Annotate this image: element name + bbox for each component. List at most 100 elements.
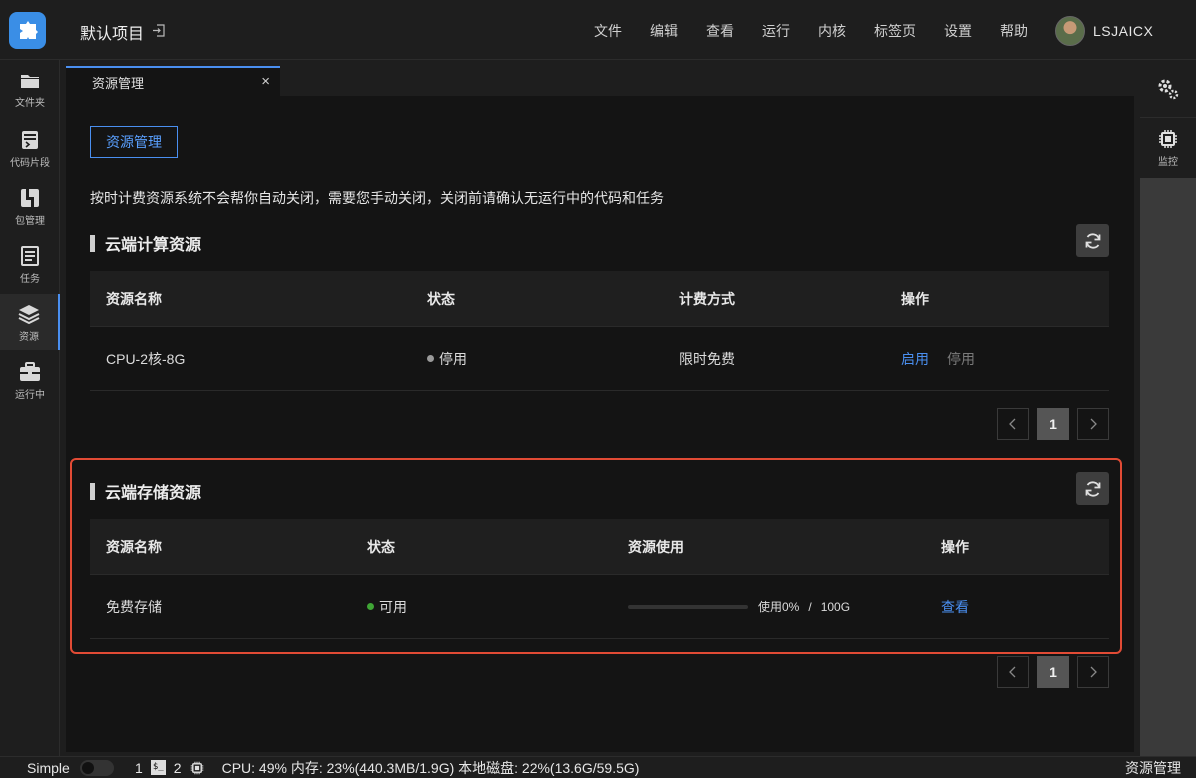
menu-edit[interactable]: 编辑 bbox=[650, 21, 678, 41]
page-number-button[interactable]: 1 bbox=[1037, 408, 1069, 440]
prev-page-button[interactable] bbox=[997, 656, 1029, 688]
next-page-button[interactable] bbox=[1077, 408, 1109, 440]
compute-pagination: 1 bbox=[997, 408, 1109, 440]
compute-refresh-button[interactable] bbox=[1076, 224, 1109, 257]
snippet-icon bbox=[22, 131, 38, 149]
capacity-text: 100G bbox=[820, 599, 851, 614]
terminal-count: 2 bbox=[173, 759, 182, 776]
sidebar-item-label: 运行中 bbox=[15, 390, 45, 401]
compute-title-label: 云端计算资源 bbox=[105, 237, 202, 254]
project-title-label: 默认项目 bbox=[80, 26, 145, 43]
close-icon[interactable]: × bbox=[261, 73, 270, 90]
exit-icon[interactable] bbox=[152, 24, 165, 40]
sidebar-item-folder[interactable]: 文件夹 bbox=[0, 62, 60, 118]
resource-management-button[interactable]: 资源管理 bbox=[90, 126, 178, 158]
column-header: 资源使用 bbox=[628, 538, 684, 555]
monitor-label: 监控 bbox=[1158, 156, 1178, 168]
chevron-left-icon bbox=[1009, 418, 1016, 430]
gears-icon bbox=[1158, 79, 1179, 99]
prev-page-button[interactable] bbox=[997, 408, 1029, 440]
sidebar-item-snippets[interactable]: 代码片段 bbox=[0, 120, 60, 176]
mode-toggle-group: Simple bbox=[27, 759, 114, 776]
sidebar-item-tasks[interactable]: 任务 bbox=[0, 236, 60, 292]
enable-button[interactable]: 启用 bbox=[901, 349, 929, 369]
storage-title-label: 云端存储资源 bbox=[105, 485, 202, 502]
menu-run[interactable]: 运行 bbox=[762, 21, 790, 41]
briefcase-icon bbox=[20, 362, 40, 381]
layers-icon bbox=[18, 305, 40, 324]
sidebar-item-packages[interactable]: 包管理 bbox=[0, 178, 60, 234]
project-title[interactable]: 默认项目 bbox=[80, 20, 165, 44]
sidebar-item-label: 任务 bbox=[20, 274, 40, 285]
status-cell: 可用 bbox=[367, 575, 407, 638]
next-page-button[interactable] bbox=[1077, 656, 1109, 688]
column-header: 操作 bbox=[901, 290, 929, 307]
folder-icon bbox=[21, 75, 39, 88]
menu-help[interactable]: 帮助 bbox=[1000, 21, 1028, 41]
user-menu[interactable]: LSJAICX bbox=[1055, 16, 1153, 46]
tab-strip: 资源管理 × bbox=[60, 60, 1140, 96]
table-row: CPU-2核-8G 停用 限时免费 启用 停用 bbox=[90, 327, 1109, 391]
section-bar bbox=[90, 234, 95, 252]
top-bar: 默认项目 文件 编辑 查看 运行 内核 标签页 设置 帮助 LSJAICX bbox=[0, 0, 1196, 60]
status-dot bbox=[427, 355, 434, 362]
chevron-left-icon bbox=[1009, 666, 1016, 678]
task-icon bbox=[21, 246, 39, 266]
menu-view[interactable]: 查看 bbox=[706, 21, 734, 41]
storage-pagination: 1 bbox=[997, 656, 1109, 688]
status-label: 停用 bbox=[439, 350, 467, 367]
status-dot bbox=[367, 603, 374, 610]
storage-table: 资源名称 状态 资源使用 操作 免费存储 可用 使用0% / 100G 查看 bbox=[90, 519, 1109, 639]
monitor-button[interactable]: 监控 bbox=[1140, 118, 1196, 178]
simple-mode-toggle[interactable] bbox=[79, 759, 114, 776]
terminal-icon[interactable]: $_ bbox=[150, 760, 166, 775]
chevron-right-icon bbox=[1090, 418, 1097, 430]
column-header: 状态 bbox=[367, 538, 395, 555]
column-header: 状态 bbox=[427, 290, 455, 307]
menu-settings[interactable]: 设置 bbox=[944, 21, 972, 41]
refresh-icon bbox=[1085, 232, 1100, 249]
username: LSJAICX bbox=[1093, 23, 1154, 39]
status-label: 可用 bbox=[379, 598, 407, 615]
status-cell: 停用 bbox=[427, 327, 467, 390]
app-logo-icon[interactable] bbox=[9, 12, 46, 49]
page-number-button[interactable]: 1 bbox=[1037, 656, 1069, 688]
chip-icon bbox=[1159, 129, 1177, 148]
sidebar-item-label: 包管理 bbox=[15, 216, 45, 227]
chip-icon[interactable] bbox=[190, 761, 204, 775]
menu-tabs[interactable]: 标签页 bbox=[874, 21, 916, 41]
chevron-right-icon bbox=[1090, 666, 1097, 678]
disable-button[interactable]: 停用 bbox=[947, 349, 975, 369]
mode-label: Simple bbox=[27, 759, 70, 776]
table-header: 资源名称 状态 资源使用 操作 bbox=[90, 519, 1109, 575]
usage-cell: 使用0% / 100G bbox=[628, 575, 850, 638]
tab-label: 资源管理 bbox=[92, 75, 145, 91]
storage-refresh-button[interactable] bbox=[1076, 472, 1109, 505]
usage-progress-bar bbox=[628, 604, 748, 609]
section-bar bbox=[90, 482, 95, 500]
refresh-icon bbox=[1085, 480, 1100, 497]
table-row: 免费存储 可用 使用0% / 100G 查看 bbox=[90, 575, 1109, 639]
storage-section-title: 云端存储资源 bbox=[90, 479, 201, 503]
status-bar: Simple 1 $_ 2 CPU: 49% 内存: 23%(440.3MB/1… bbox=[0, 756, 1196, 778]
menu-file[interactable]: 文件 bbox=[594, 21, 622, 41]
column-header: 操作 bbox=[941, 538, 969, 555]
status-right-label[interactable]: 资源管理 bbox=[1125, 758, 1181, 778]
sidebar-item-resources[interactable]: 资源 bbox=[0, 294, 60, 350]
menu-kernel[interactable]: 内核 bbox=[818, 21, 846, 41]
settings-gears-button[interactable] bbox=[1140, 60, 1196, 118]
resource-name: CPU-2核-8G bbox=[106, 350, 186, 367]
view-button[interactable]: 查看 bbox=[941, 597, 969, 617]
billing-notice: 按时计费资源系统不会帮你自动关闭，需要您手动关闭，关闭前请确认无运行中的代码和任… bbox=[90, 190, 664, 206]
column-header: 计费方式 bbox=[679, 290, 735, 307]
billing-method: 限时免费 bbox=[679, 350, 735, 367]
usage-separator: / bbox=[808, 599, 812, 614]
package-icon bbox=[21, 189, 39, 207]
usage-text: 使用0% bbox=[758, 600, 800, 614]
actions-cell: 启用 停用 bbox=[901, 327, 975, 390]
resource-panel: 资源管理 按时计费资源系统不会帮你自动关闭，需要您手动关闭，关闭前请确认无运行中… bbox=[66, 96, 1134, 752]
sidebar-item-running[interactable]: 运行中 bbox=[0, 352, 60, 408]
tab-resource-management[interactable]: 资源管理 × bbox=[66, 66, 280, 96]
sidebar-item-label: 资源 bbox=[19, 332, 39, 343]
avatar[interactable] bbox=[1055, 16, 1085, 46]
